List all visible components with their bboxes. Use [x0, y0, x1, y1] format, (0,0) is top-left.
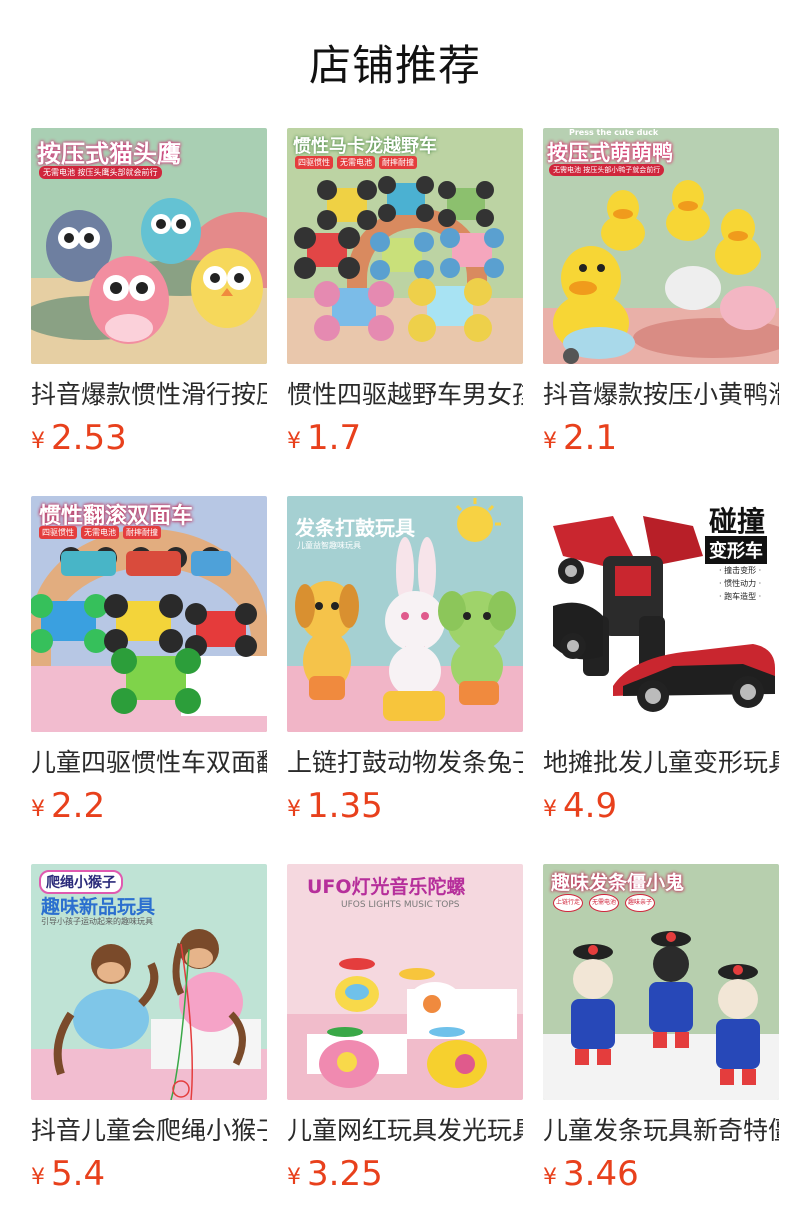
image-headline: 碰撞 [709, 505, 766, 538]
image-headline: 按压式猫头鹰 [37, 140, 181, 168]
product-image[interactable]: 惯性翻滚双面车 四驱惯性 无需电池 耐摔耐撞 [31, 496, 267, 732]
product-card[interactable]: 爬绳小猴子 趣味新品玩具 引导小孩子运动起来的趣味玩具 抖音儿童会爬绳小猴子玩具… [31, 864, 267, 1232]
currency-symbol: ¥ [31, 1165, 45, 1190]
product-image[interactable]: 按压式猫头鹰 无需电池 按压头鹰头部就会前行 [31, 128, 267, 364]
image-subtitle: UFOS LIGHTS MUSIC TOPS [341, 900, 460, 910]
product-card[interactable]: 按压式猫头鹰 无需电池 按压头鹰头部就会前行 抖音爆款惯性滑行按压猫头鹰 ¥2.… [31, 128, 267, 496]
image-headline: UFO灯光音乐陀螺 [307, 876, 466, 898]
image-tags: · 撞击变形 · · 惯性动力 · · 跑车造型 · [719, 564, 761, 603]
image-tag: 四驱惯性 [39, 526, 77, 539]
currency-symbol: ¥ [287, 1165, 301, 1190]
page-title: 店铺推荐 [308, 41, 481, 90]
product-image[interactable]: 发条打鼓玩具 儿童益智趣味玩具 [287, 496, 523, 732]
currency-symbol: ¥ [31, 429, 45, 454]
product-grid: 按压式猫头鹰 无需电池 按压头鹰头部就会前行 抖音爆款惯性滑行按压猫头鹰 ¥2.… [31, 128, 781, 1232]
image-headline: 发条打鼓玩具 [295, 516, 415, 540]
image-tag: 耐摔耐撞 [123, 526, 161, 539]
product-price: ¥2.2 [31, 786, 105, 826]
product-image[interactable]: 惯性马卡龙越野车 四驱惯性 无需电池 耐摔耐撞 [287, 128, 523, 364]
image-tag: 无需电池 按压头鹰头部就会前行 [39, 166, 162, 179]
image-headline: 趣味新品玩具 [41, 896, 156, 918]
product-card[interactable]: 碰撞 变形车 · 撞击变形 · · 惯性动力 · · 跑车造型 · 地摊批发儿童… [543, 496, 779, 864]
image-tag: 无需电池 [81, 526, 119, 539]
product-name[interactable]: 抖音儿童会爬绳小猴子玩具 [31, 1114, 267, 1148]
product-image[interactable]: Press the cute duck 按压式萌萌鸭 无需电池 按压头部小鸭子就… [543, 128, 779, 364]
image-tag: · 跑车造型 · [719, 592, 762, 601]
product-name[interactable]: 上链打鼓动物发条兔子玩具 [287, 746, 523, 780]
price-value: 2.1 [563, 418, 618, 458]
product-price: ¥1.35 [287, 786, 383, 826]
product-price: ¥2.53 [31, 418, 127, 458]
currency-symbol: ¥ [543, 429, 557, 454]
product-name[interactable]: 抖音爆款按压小黄鸭滑行车 [543, 378, 779, 412]
product-card[interactable]: UFO灯光音乐陀螺 UFOS LIGHTS MUSIC TOPS 儿童网红玩具发… [287, 864, 523, 1232]
product-name[interactable]: 儿童四驱惯性车双面翻滚 [31, 746, 267, 780]
price-value: 2.53 [51, 418, 127, 458]
product-image[interactable]: 趣味发条僵小鬼 上链行走 无需电池 趣味亲子 [543, 864, 779, 1100]
image-tag: · 撞击变形 · [719, 566, 762, 575]
image-tag: 上链行走 [553, 894, 583, 912]
currency-symbol: ¥ [31, 797, 45, 822]
currency-symbol: ¥ [287, 429, 301, 454]
image-tag: 耐摔耐撞 [379, 156, 417, 169]
currency-symbol: ¥ [543, 1165, 557, 1190]
image-tag: 无需电池 按压头部小鸭子就会前行 [549, 164, 665, 176]
image-tag: 四驱惯性 [295, 156, 333, 169]
price-value: 4.9 [563, 786, 618, 826]
product-price: ¥3.25 [287, 1154, 383, 1194]
product-name[interactable]: 儿童发条玩具新奇特僵尸 [543, 1114, 779, 1148]
product-price: ¥3.46 [543, 1154, 639, 1194]
image-badge: 爬绳小猴子 [39, 870, 123, 894]
product-card[interactable]: Press the cute duck 按压式萌萌鸭 无需电池 按压头部小鸭子就… [543, 128, 779, 496]
currency-symbol: ¥ [543, 797, 557, 822]
image-subtitle: 儿童益智趣味玩具 [297, 541, 361, 550]
image-tags: 四驱惯性 无需电池 耐摔耐撞 [39, 526, 161, 539]
product-image[interactable]: 碰撞 变形车 · 撞击变形 · · 惯性动力 · · 跑车造型 · [543, 496, 779, 732]
product-card[interactable]: 趣味发条僵小鬼 上链行走 无需电池 趣味亲子 儿童发条玩具新奇特僵尸 ¥3.46 [543, 864, 779, 1232]
price-value: 5.4 [51, 1154, 106, 1194]
image-tag: · 惯性动力 · [719, 579, 762, 588]
image-tag: 无需电池 [337, 156, 375, 169]
image-tag: 趣味亲子 [625, 894, 655, 912]
product-name[interactable]: 惯性四驱越野车男女孩玩具 [287, 378, 523, 412]
image-subtitle: Press the cute duck [569, 128, 659, 137]
product-price: ¥1.7 [287, 418, 361, 458]
image-subtitle: 引导小孩子运动起来的趣味玩具 [41, 917, 153, 926]
image-headline: 惯性马卡龙越野车 [293, 136, 437, 157]
currency-symbol: ¥ [287, 797, 301, 822]
product-name[interactable]: 儿童网红玩具发光玩具陀螺 [287, 1114, 523, 1148]
product-price: ¥5.4 [31, 1154, 105, 1194]
product-price: ¥2.1 [543, 418, 617, 458]
image-badge: 变形车 [705, 536, 767, 564]
product-card[interactable]: 发条打鼓玩具 儿童益智趣味玩具 上链打鼓动物发条兔子玩具 ¥1.35 [287, 496, 523, 864]
image-headline: 按压式萌萌鸭 [547, 141, 673, 165]
product-name[interactable]: 地摊批发儿童变形玩具车 [543, 746, 779, 780]
product-name[interactable]: 抖音爆款惯性滑行按压猫头鹰 [31, 378, 267, 412]
image-tag: 无需电池 [589, 894, 619, 912]
price-value: 3.25 [307, 1154, 383, 1194]
product-image[interactable]: 爬绳小猴子 趣味新品玩具 引导小孩子运动起来的趣味玩具 [31, 864, 267, 1100]
image-tags: 四驱惯性 无需电池 耐摔耐撞 [295, 156, 417, 169]
product-price: ¥4.9 [543, 786, 617, 826]
price-value: 3.46 [563, 1154, 639, 1194]
image-tags: 上链行走 无需电池 趣味亲子 [553, 894, 655, 912]
product-image[interactable]: UFO灯光音乐陀螺 UFOS LIGHTS MUSIC TOPS [287, 864, 523, 1100]
price-value: 1.7 [307, 418, 362, 458]
price-value: 2.2 [51, 786, 106, 826]
product-card[interactable]: 惯性翻滚双面车 四驱惯性 无需电池 耐摔耐撞 儿童四驱惯性车双面翻滚 ¥2.2 [31, 496, 267, 864]
image-headline: 趣味发条僵小鬼 [551, 872, 685, 894]
product-card[interactable]: 惯性马卡龙越野车 四驱惯性 无需电池 耐摔耐撞 惯性四驱越野车男女孩玩具 ¥1.… [287, 128, 523, 496]
price-value: 1.35 [307, 786, 383, 826]
